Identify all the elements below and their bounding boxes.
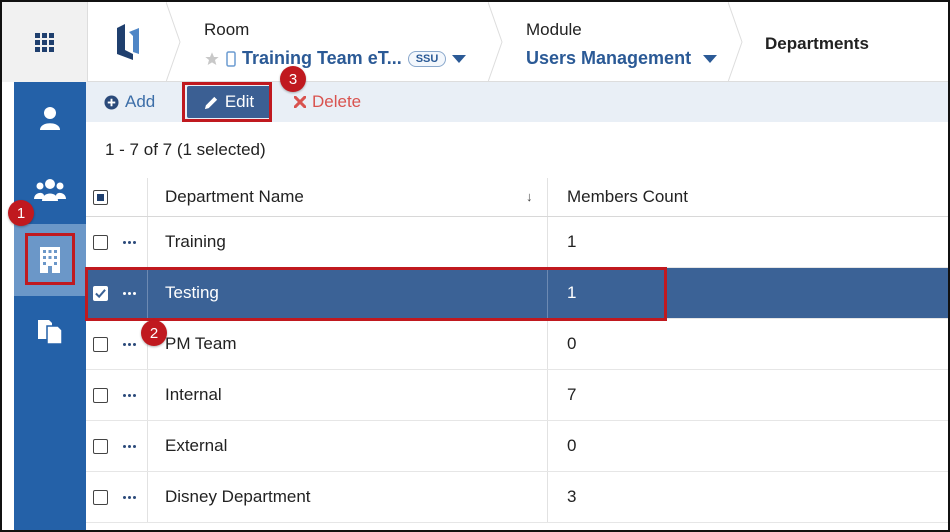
table-row[interactable]: External 0 xyxy=(86,421,948,472)
department-name-cell: PM Team xyxy=(165,334,237,353)
department-name-cell: Internal xyxy=(165,385,222,404)
row-checkbox-cell xyxy=(93,421,123,471)
app-logo[interactable] xyxy=(88,2,168,82)
department-name-cell: Training xyxy=(165,232,226,251)
row-actions-cell xyxy=(123,421,147,471)
members-count-cell: 7 xyxy=(567,385,577,404)
members-count-cell: 0 xyxy=(567,436,577,455)
members-count-cell: 0 xyxy=(567,334,577,353)
row-checkbox-cell xyxy=(93,319,123,369)
column-header-count[interactable]: Members Count xyxy=(567,178,867,216)
more-actions-icon[interactable] xyxy=(123,393,136,397)
highlight-box-row xyxy=(85,267,667,321)
breadcrumb-room[interactable]: Room Training Team eT... SSU xyxy=(166,2,490,82)
members-count-cell: 3 xyxy=(567,487,577,506)
users-group-icon xyxy=(34,179,66,201)
more-actions-icon[interactable] xyxy=(123,240,136,244)
row-actions-cell xyxy=(123,472,147,522)
row-checkbox-cell xyxy=(93,370,123,420)
select-all-checkbox[interactable] xyxy=(93,189,108,205)
row-checkbox[interactable] xyxy=(93,234,108,250)
department-name-cell: Disney Department xyxy=(165,487,311,506)
row-checkbox[interactable] xyxy=(93,438,108,454)
module-selector[interactable]: Users Management xyxy=(526,48,718,69)
add-button[interactable]: Add xyxy=(104,82,155,122)
sidebar-item-documents[interactable] xyxy=(14,296,86,368)
documents-icon xyxy=(38,320,63,345)
department-name-cell: External xyxy=(165,436,228,455)
more-actions-icon[interactable] xyxy=(123,495,136,499)
row-actions-cell xyxy=(123,217,147,267)
sidebar-item-user[interactable] xyxy=(14,82,86,154)
row-checkbox[interactable] xyxy=(93,489,108,505)
add-label: Add xyxy=(125,92,156,111)
callout-1: 1 xyxy=(8,200,34,226)
module-value: Users Management xyxy=(526,48,692,68)
highlight-box-edit xyxy=(182,82,272,122)
table-row[interactable]: Training 1 xyxy=(86,217,948,268)
highlight-box-sidebar xyxy=(25,233,75,285)
table-row[interactable]: Internal 7 xyxy=(86,370,948,421)
callout-3: 3 xyxy=(280,66,306,92)
chevron-down-icon[interactable] xyxy=(452,54,467,63)
sidebar xyxy=(14,82,86,530)
room-badge: SSU xyxy=(407,50,447,67)
mobile-icon xyxy=(226,50,236,67)
room-selector[interactable]: Training Team eT... SSU xyxy=(204,48,467,69)
table-row[interactable]: Disney Department 3 xyxy=(86,472,948,523)
logo-icon xyxy=(117,24,139,60)
table-header: Department Name ↓ Members Count xyxy=(86,178,948,217)
chevron-down-icon[interactable] xyxy=(703,54,718,63)
sidebar-gutter xyxy=(2,82,14,530)
close-icon xyxy=(294,96,306,108)
breadcrumb-separator xyxy=(728,2,743,82)
table-row[interactable]: PM Team 0 xyxy=(86,319,948,370)
select-all-cell xyxy=(93,178,123,216)
room-title: Room xyxy=(204,20,250,39)
user-icon xyxy=(40,107,60,130)
breadcrumb-separator xyxy=(166,2,181,82)
delete-label: Delete xyxy=(312,92,362,111)
row-checkbox[interactable] xyxy=(93,336,108,352)
row-actions-cell xyxy=(123,370,147,420)
callout-2: 2 xyxy=(141,320,167,346)
row-checkbox-cell xyxy=(93,217,123,267)
app-window: Room Training Team eT... SSU Module User… xyxy=(0,0,950,532)
more-actions-icon[interactable] xyxy=(123,444,136,448)
room-value: Training Team eT... xyxy=(242,48,402,68)
star-icon[interactable] xyxy=(204,51,220,67)
row-checkbox-cell xyxy=(93,472,123,522)
more-actions-icon[interactable] xyxy=(123,342,136,346)
apps-grid-button[interactable] xyxy=(2,2,88,82)
breadcrumb-module[interactable]: Module Users Management xyxy=(488,2,730,82)
row-checkbox[interactable] xyxy=(93,387,108,403)
delete-button[interactable]: Delete xyxy=(294,82,361,122)
breadcrumb-separator xyxy=(488,2,503,82)
module-title: Module xyxy=(526,20,582,39)
plus-circle-icon xyxy=(104,94,119,110)
members-count-cell: 1 xyxy=(567,232,577,251)
sort-down-icon[interactable]: ↓ xyxy=(526,189,533,204)
top-bar: Room Training Team eT... SSU Module User… xyxy=(2,2,948,82)
grid-icon xyxy=(35,32,54,52)
column-header-name[interactable]: Department Name xyxy=(165,178,545,216)
page-title: Departments xyxy=(765,34,869,53)
result-count: 1 - 7 of 7 (1 selected) xyxy=(105,140,266,159)
breadcrumb-current: Departments xyxy=(728,2,948,82)
